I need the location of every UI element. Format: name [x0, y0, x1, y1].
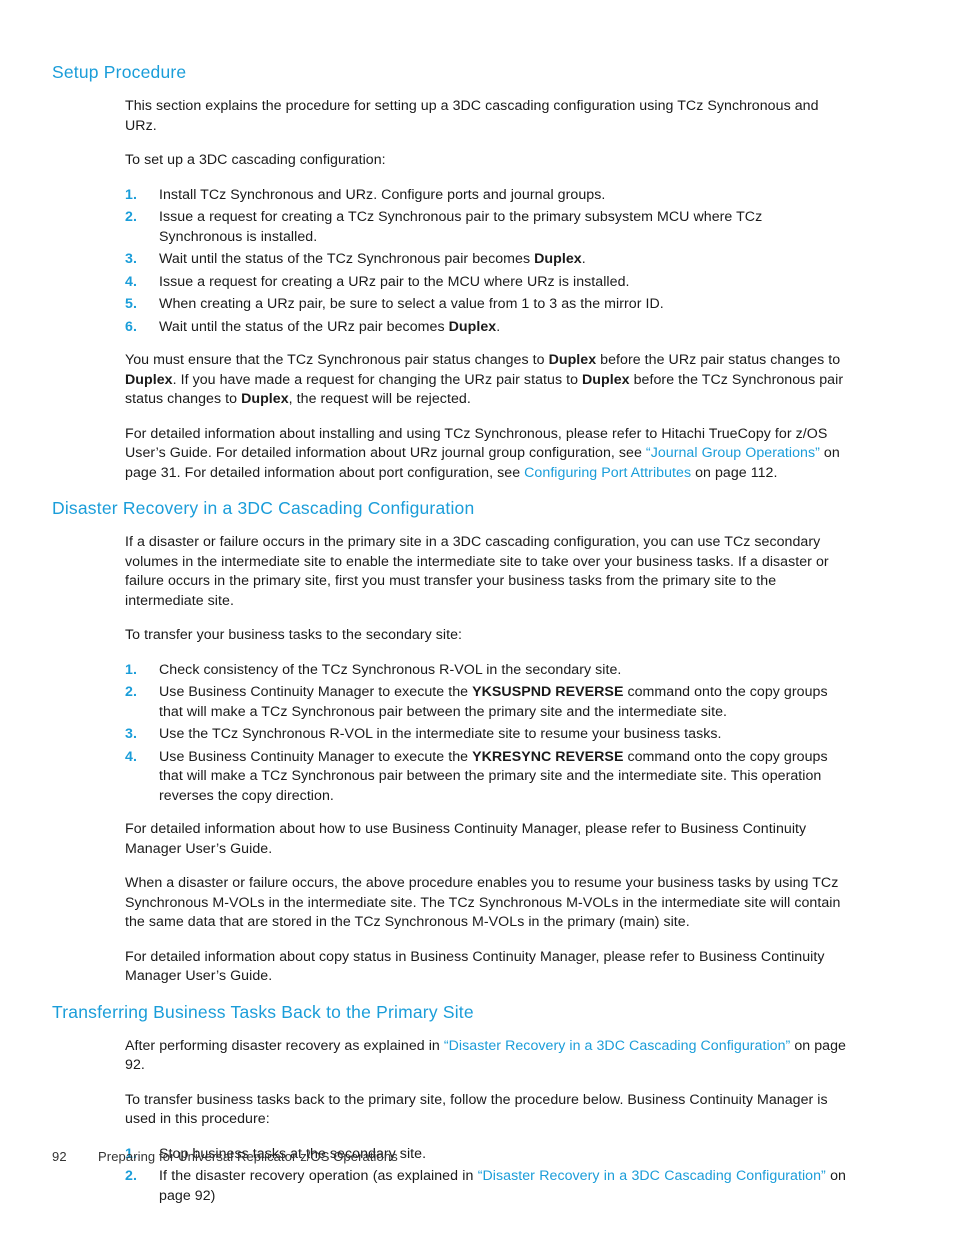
text-run: Use Business Continuity Manager to execu…: [159, 684, 473, 700]
list-item-number: 1.: [125, 186, 137, 203]
list-item: 6. Wait until the status of the URz pair …: [125, 318, 846, 338]
list-item: 2. Use Business Continuity Manager to exe…: [125, 683, 846, 722]
paragraph-references: For detailed information about installin…: [125, 425, 846, 484]
text-run: If the disaster recovery operation (as e…: [159, 1168, 478, 1184]
bold-term: Duplex: [582, 371, 630, 388]
bold-term: Duplex: [448, 318, 497, 335]
text-run: before the URz pair status changes to: [596, 352, 841, 368]
list-item-number: 4.: [125, 748, 137, 765]
heading-setup-procedure: Setup Procedure: [52, 62, 187, 82]
paragraph-dr-lead-in: To transfer your business tasks to the s…: [125, 627, 463, 643]
list-item-number: 4.: [125, 273, 137, 290]
list-item-number: 6.: [125, 318, 137, 335]
list-item-text: Check consistency of the TCz Synchronous…: [159, 662, 621, 678]
list-item-text: Use the TCz Synchronous R-VOL in the int…: [159, 726, 722, 742]
list-item: 4. Issue a request for creating a URz pai…: [125, 273, 846, 293]
list-item-text: Issue a request for creating a TCz Synch…: [159, 209, 762, 245]
heading-transferring-back: Transferring Business Tasks Back to the …: [52, 1001, 474, 1022]
text-run: , the request will be rejected.: [288, 391, 471, 407]
list-item-text: Use Business Continuity Manager to execu…: [159, 749, 828, 804]
paragraph-bcm-reference: For detailed information about how to us…: [125, 820, 846, 859]
list-item-text: Use Business Continuity Manager to execu…: [159, 684, 828, 720]
bold-term: YKRESYNC REVERSE: [472, 748, 624, 765]
text-run: Issue a request for creating a URz pair …: [159, 273, 630, 290]
bold-term: YKSUSPND REVERSE: [472, 684, 624, 700]
list-item: 3. Use the TCz Synchronous R-VOL in the i…: [125, 725, 846, 745]
bold-term: Duplex: [534, 251, 582, 267]
text-run: You must ensure that the TCz Synchronous…: [125, 352, 549, 368]
paragraph-dr-intro: If a disaster or failure occurs in the p…: [125, 534, 829, 609]
list-item-number: 5.: [125, 296, 137, 312]
paragraph-duplex-note: You must ensure that the TCz Synchronous…: [125, 351, 846, 410]
list-item-text: Wait until the status of the URz pair be…: [159, 319, 500, 335]
bold-term: Duplex: [548, 352, 597, 368]
text-run: To transfer business tasks back to the p…: [125, 1091, 828, 1128]
steps-list-setup-procedure: 1. Install TCz Synchronous and URz. Confi…: [125, 186, 846, 338]
text-run: For detailed information about copy stat…: [125, 948, 825, 985]
paragraph-copy-status-reference: For detailed information about copy stat…: [125, 948, 846, 987]
text-run: When a disaster or failure occurs, the a…: [125, 875, 841, 930]
steps-list-disaster-recovery: 1. Check consistency of the TCz Synchrono…: [125, 661, 846, 807]
list-item: 4. Use Business Continuity Manager to exe…: [125, 748, 846, 807]
text-run: .: [496, 318, 501, 335]
list-item-text: When creating a URz pair, be sure to sel…: [159, 296, 664, 312]
cross-reference-link[interactable]: “Disaster Recovery in a 3DC Cascading Co…: [478, 1168, 826, 1184]
list-item-number: 3.: [125, 251, 137, 267]
text-run: Install TCz Synchronous and URz. Configu…: [159, 186, 606, 203]
text-run: .: [581, 251, 586, 267]
section-body-setup-procedure: This section explains the procedure for …: [125, 97, 846, 483]
bold-term: Duplex: [241, 391, 289, 407]
list-item: 2. If the disaster recovery operation (as…: [125, 1167, 846, 1206]
text-run: Issue a request for creating a TCz Synch…: [159, 209, 763, 245]
heading-disaster-recovery: Disaster Recovery in a 3DC Cascading Con…: [52, 498, 475, 518]
text-run: Use the TCz Synchronous R-VOL in the int…: [159, 726, 722, 742]
paragraph-after-dr: After performing disaster recovery as ex…: [125, 1037, 846, 1076]
text-run: When creating a URz pair, be sure to sel…: [159, 296, 664, 312]
list-item: 1. Check consistency of the TCz Synchrono…: [125, 661, 846, 681]
list-item: 2. Issue a request for creating a TCz Syn…: [125, 208, 846, 247]
text-run: For detailed information about how to us…: [125, 821, 807, 857]
cross-reference-link[interactable]: “Journal Group Operations”: [646, 445, 820, 461]
paragraph-transfer-back-lead-in: To transfer business tasks back to the p…: [125, 1091, 846, 1130]
list-item-number: 2.: [125, 684, 137, 700]
list-item-text: Wait until the status of the TCz Synchro…: [159, 251, 586, 267]
section-body-transferring-back: After performing disaster recovery as ex…: [125, 1037, 846, 1207]
document-page: Setup Procedure This section explains th…: [0, 0, 954, 1235]
text-run: Wait until the status of the TCz Synchro…: [159, 251, 535, 267]
list-item: 5. When creating a URz pair, be sure to s…: [125, 295, 846, 315]
list-item-number: 2.: [125, 209, 137, 225]
list-item-text: Issue a request for creating a URz pair …: [159, 274, 630, 290]
list-item-number: 1.: [125, 661, 137, 678]
text-run: Wait until the status of the URz pair be…: [159, 318, 449, 335]
paragraph-lead-in: To set up a 3DC cascading configuration:: [125, 152, 386, 168]
paragraph-intro: This section explains the procedure for …: [125, 98, 819, 134]
list-item-number: 3.: [125, 726, 137, 742]
list-item-number: 2.: [125, 1168, 137, 1184]
text-run: . If you have made a request for changin…: [172, 371, 583, 388]
footer-page-number: 92: [52, 1149, 67, 1164]
list-item: 1. Install TCz Synchronous and URz. Confi…: [125, 186, 846, 206]
list-item-text: Install TCz Synchronous and URz. Configu…: [159, 187, 605, 203]
paragraph-resume-tasks: When a disaster or failure occurs, the a…: [125, 874, 846, 933]
text-run: Check consistency of the TCz Synchronous…: [159, 661, 622, 678]
list-item: 3. Wait until the status of the TCz Synch…: [125, 250, 846, 270]
list-item-text: If the disaster recovery operation (as e…: [159, 1168, 846, 1204]
page-footer: 92 Preparing for Universal Replicator z/O…: [52, 1149, 852, 1164]
bold-term: Duplex: [125, 371, 173, 388]
cross-reference-link[interactable]: Configuring Port Attributes: [524, 465, 691, 481]
text-run: Use Business Continuity Manager to execu…: [159, 748, 473, 765]
footer-running-title: Preparing for Universal Replicator z/OS …: [98, 1149, 398, 1164]
text-run: After performing disaster recovery as ex…: [125, 1037, 444, 1054]
cross-reference-link[interactable]: “Disaster Recovery in a 3DC Cascading Co…: [444, 1038, 790, 1054]
section-body-disaster-recovery: If a disaster or failure occurs in the p…: [125, 533, 846, 987]
text-run: on page 112.: [691, 464, 778, 481]
